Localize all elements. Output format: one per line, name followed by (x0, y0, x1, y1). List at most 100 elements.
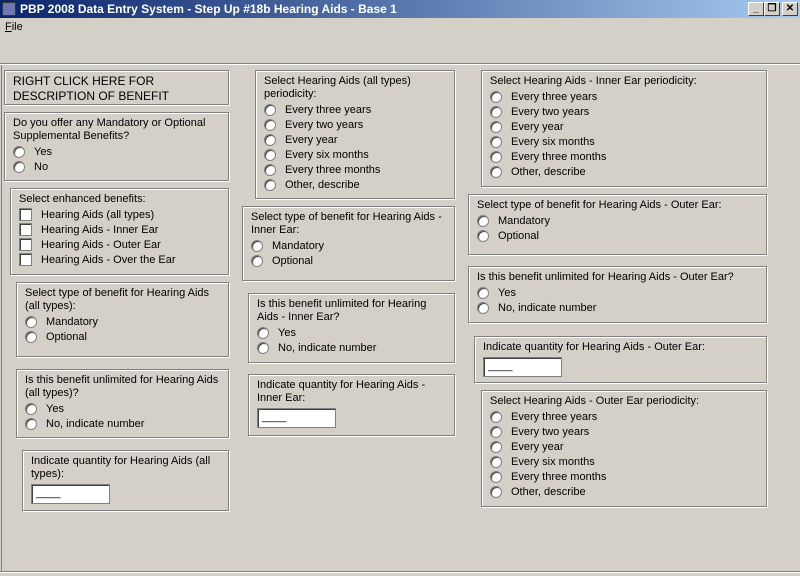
all-periodicity-option[interactable]: Every six months (264, 147, 446, 162)
radio-button[interactable] (251, 254, 263, 267)
enhanced-option[interactable]: Hearing Aids - Over the Ear (19, 252, 220, 267)
option-label: Every three months (511, 150, 607, 163)
all-types-quantity-group: Indicate quantity for Hearing Aids (all … (22, 450, 229, 511)
inner-quantity-input[interactable]: ____ (257, 408, 336, 428)
radio-button[interactable] (477, 229, 489, 242)
radio-button[interactable] (490, 105, 502, 118)
all-unlimited-option[interactable]: Yes (25, 401, 220, 416)
offer-option[interactable]: No (13, 159, 220, 174)
inner-periodicity-option[interactable]: Every three months (490, 149, 758, 164)
all-periodicity-option[interactable]: Every two years (264, 117, 446, 132)
option-label: Other, describe (511, 485, 586, 498)
option-label: Every year (511, 120, 564, 133)
enhanced-benefits-group: Select enhanced benefits: Hearing Aids (a… (10, 188, 229, 275)
app-icon (2, 2, 16, 16)
radio-button[interactable] (477, 214, 489, 227)
inner-periodicity-option[interactable]: Every year (490, 119, 758, 134)
radio-button[interactable] (490, 150, 502, 163)
description-panel[interactable]: RIGHT CLICK HERE FOR DESCRIPTION OF BENE… (4, 70, 229, 105)
all-periodicity-option[interactable]: Every three months (264, 162, 446, 177)
radio-button[interactable] (264, 118, 276, 131)
close-button[interactable]: ✕ (782, 2, 798, 16)
outer-type-option[interactable]: Mandatory (477, 213, 758, 228)
inner-ear-unlimited-group: Is this benefit unlimited for Hearing Ai… (248, 293, 455, 363)
radio-button[interactable] (490, 120, 502, 133)
all-quantity-input[interactable]: ____ (31, 484, 110, 504)
radio-button[interactable] (264, 163, 276, 176)
radio-button[interactable] (490, 165, 502, 178)
option-label: Every two years (285, 118, 364, 131)
all-types-unlimited-group: Is this benefit unlimited for Hearing Ai… (16, 369, 229, 438)
all-type-option[interactable]: Mandatory (25, 314, 220, 329)
radio-button[interactable] (25, 402, 37, 415)
menu-file[interactable]: File (5, 21, 23, 33)
outer-periodicity-option[interactable]: Every six months (490, 454, 758, 469)
inner-type-option[interactable]: Optional (251, 253, 446, 268)
checkbox[interactable] (19, 253, 32, 266)
inner-type-question: Select type of benefit for Hearing Aids … (251, 211, 442, 236)
inner-type-option[interactable]: Mandatory (251, 238, 446, 253)
all-periodicity-option[interactable]: Other, describe (264, 177, 446, 192)
radio-button[interactable] (264, 103, 276, 116)
radio-button[interactable] (477, 301, 489, 314)
frame-border (1, 65, 2, 571)
radio-button[interactable] (13, 145, 25, 158)
radio-button[interactable] (13, 160, 25, 173)
radio-button[interactable] (490, 410, 502, 423)
outer-quantity-input[interactable]: ____ (483, 357, 562, 377)
restore-button[interactable]: ❐ (764, 2, 780, 16)
option-label: Mandatory (46, 315, 98, 328)
radio-button[interactable] (490, 90, 502, 103)
inner-periodicity-option[interactable]: Every six months (490, 134, 758, 149)
radio-button[interactable] (25, 330, 37, 343)
radio-button[interactable] (490, 440, 502, 453)
radio-button[interactable] (490, 425, 502, 438)
enhanced-option[interactable]: Hearing Aids - Inner Ear (19, 222, 220, 237)
radio-button[interactable] (490, 135, 502, 148)
enhanced-option[interactable]: Hearing Aids - Outer Ear (19, 237, 220, 252)
radio-button[interactable] (490, 485, 502, 498)
radio-button[interactable] (251, 239, 263, 252)
radio-button[interactable] (490, 470, 502, 483)
radio-button[interactable] (477, 286, 489, 299)
checkbox[interactable] (19, 223, 32, 236)
radio-button[interactable] (264, 148, 276, 161)
inner-unlimited-option[interactable]: No, indicate number (257, 340, 446, 355)
inner-periodicity-option[interactable]: Every two years (490, 104, 758, 119)
radio-button[interactable] (257, 341, 269, 354)
option-label: No, indicate number (498, 301, 597, 314)
inner-periodicity-option[interactable]: Other, describe (490, 164, 758, 179)
radio-button[interactable] (257, 326, 269, 339)
inner-unlimited-option[interactable]: Yes (257, 325, 446, 340)
option-label: Optional (46, 330, 87, 343)
outer-periodicity-option[interactable]: Every year (490, 439, 758, 454)
all-periodicity-option[interactable]: Every three years (264, 102, 446, 117)
radio-button[interactable] (490, 455, 502, 468)
outer-periodicity-option[interactable]: Other, describe (490, 484, 758, 499)
option-label: Every two years (511, 425, 590, 438)
outer-periodicity-option[interactable]: Every two years (490, 424, 758, 439)
minimize-button[interactable]: _ (748, 2, 764, 16)
radio-button[interactable] (25, 417, 37, 430)
checkbox[interactable] (19, 208, 32, 221)
enhanced-option[interactable]: Hearing Aids (all types) (19, 207, 220, 222)
radio-button[interactable] (264, 133, 276, 146)
all-periodicity-option[interactable]: Every year (264, 132, 446, 147)
outer-periodicity-option[interactable]: Every three years (490, 409, 758, 424)
option-label: No, indicate number (46, 417, 145, 430)
inner-periodicity-option[interactable]: Every three years (490, 89, 758, 104)
all-unlimited-option[interactable]: No, indicate number (25, 416, 220, 431)
outer-unlimited-option[interactable]: No, indicate number (477, 300, 758, 315)
outer-periodicity-option[interactable]: Every three months (490, 469, 758, 484)
checkbox[interactable] (19, 238, 32, 251)
radio-button[interactable] (25, 315, 37, 328)
all-type-option[interactable]: Optional (25, 329, 220, 344)
option-label: Hearing Aids - Inner Ear (41, 223, 159, 236)
offer-option[interactable]: Yes (13, 144, 220, 159)
inner-periodicity-question: Select Hearing Aids - Inner Ear periodic… (490, 75, 697, 87)
radio-button[interactable] (264, 178, 276, 191)
enhanced-question: Select enhanced benefits: (19, 193, 146, 205)
option-label: Every six months (511, 455, 595, 468)
outer-unlimited-option[interactable]: Yes (477, 285, 758, 300)
outer-type-option[interactable]: Optional (477, 228, 758, 243)
